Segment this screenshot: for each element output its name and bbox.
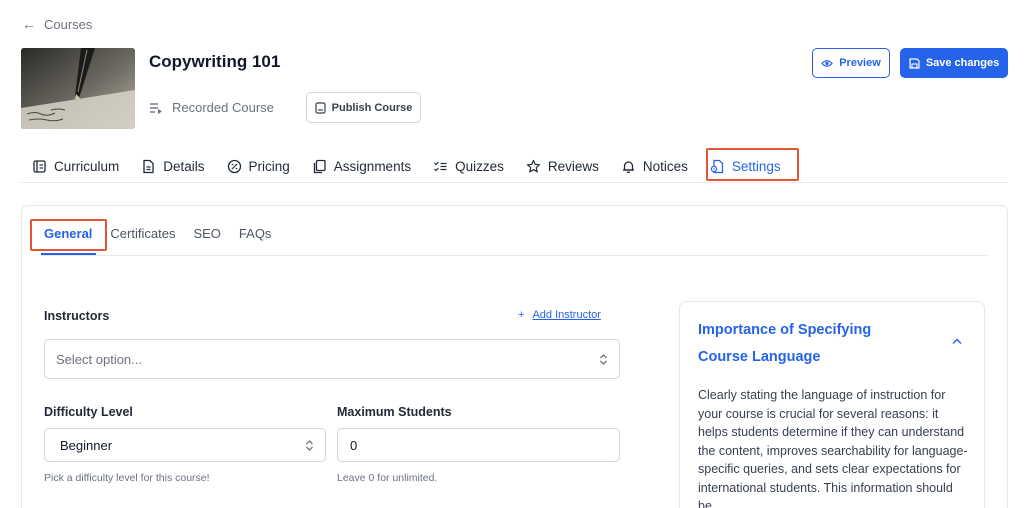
tab-notices-label: Notices	[642, 159, 688, 174]
info-card-body: Clearly stating the language of instruct…	[698, 388, 968, 508]
tabs-divider	[21, 182, 1008, 183]
active-subtab-indicator	[41, 253, 96, 255]
maximum-students-input[interactable]	[337, 428, 620, 462]
subtabs-divider	[41, 255, 988, 256]
tab-assignments-label: Assignments	[333, 159, 412, 174]
bell-icon	[622, 161, 634, 173]
tab-quizzes-label: Quizzes	[455, 159, 504, 174]
language-info-card: Importance of Specifying Course Language…	[679, 301, 985, 508]
maximum-students-help-text: Leave 0 for unlimited.	[337, 472, 438, 484]
instructors-select-placeholder: Select option...	[56, 351, 142, 367]
subtab-faqs[interactable]: FAQs	[239, 226, 272, 241]
checklist-icon	[434, 161, 447, 172]
star-icon	[526, 159, 540, 173]
chevron-updown-icon	[600, 354, 607, 365]
plus-icon: +	[518, 309, 525, 321]
settings-doc-icon	[710, 159, 724, 174]
preview-label: Preview	[839, 57, 881, 69]
back-link-label: Courses	[44, 16, 93, 32]
subtab-seo[interactable]: SEO	[193, 226, 220, 241]
recorded-list-icon	[150, 102, 162, 114]
save-changes-button[interactable]: Save changes	[900, 48, 1008, 78]
tab-details[interactable]: Details	[141, 150, 205, 183]
curriculum-icon	[33, 160, 46, 173]
subtab-certificates[interactable]: Certificates	[110, 226, 175, 241]
arrow-left-icon: ←	[22, 16, 36, 32]
course-title: Copywriting 101	[149, 52, 281, 71]
chevron-updown-icon	[306, 440, 313, 451]
course-tabs: Curriculum Details Pricing Assignments Q…	[32, 150, 803, 183]
tab-settings[interactable]: Settings	[710, 150, 781, 183]
difficulty-select-value: Beginner	[60, 437, 113, 453]
course-thumbnail	[21, 48, 135, 129]
back-link[interactable]: ← Courses	[22, 16, 92, 32]
tab-settings-label: Settings	[731, 159, 781, 174]
preview-button[interactable]: Preview	[812, 48, 890, 78]
tab-reviews-label: Reviews	[547, 159, 599, 174]
tab-notices[interactable]: Notices	[621, 150, 688, 183]
copy-icon	[313, 159, 326, 174]
difficulty-level-label: Difficulty Level	[44, 405, 133, 419]
info-card-title: Importance of Specifying Course Language	[698, 322, 872, 365]
add-instructor-link[interactable]: + Add Instructor	[518, 309, 601, 321]
save-icon	[909, 57, 920, 69]
document-icon	[143, 159, 154, 174]
tab-details-label: Details	[163, 159, 205, 174]
tab-quizzes[interactable]: Quizzes	[433, 150, 504, 183]
instructors-label: Instructors	[44, 309, 110, 323]
publish-course-button[interactable]: Publish Course	[306, 92, 421, 123]
add-instructor-label: Add Instructor	[532, 309, 601, 321]
tab-pricing-label: Pricing	[248, 159, 290, 174]
tab-reviews[interactable]: Reviews	[526, 150, 599, 183]
maximum-students-label: Maximum Students	[337, 405, 452, 419]
difficulty-select[interactable]: Beginner	[44, 428, 326, 462]
settings-subtabs: General Certificates SEO FAQs	[44, 226, 271, 241]
publish-course-label: Publish Course	[331, 101, 413, 114]
tab-pricing[interactable]: Pricing	[227, 150, 290, 183]
publish-icon	[315, 101, 326, 114]
instructors-select[interactable]: Select option...	[44, 339, 620, 379]
course-type: Recorded Course	[149, 100, 274, 115]
tab-curriculum[interactable]: Curriculum	[32, 150, 119, 183]
save-changes-label: Save changes	[925, 57, 1000, 69]
eye-icon	[821, 59, 834, 67]
tab-assignments[interactable]: Assignments	[312, 150, 411, 183]
difficulty-help-text: Pick a difficulty level for this course!	[44, 472, 210, 484]
chevron-up-icon[interactable]	[952, 338, 962, 345]
course-type-label: Recorded Course	[172, 100, 274, 115]
subtab-general[interactable]: General	[44, 226, 92, 241]
tab-curriculum-label: Curriculum	[54, 159, 120, 174]
pricing-icon	[227, 159, 241, 174]
